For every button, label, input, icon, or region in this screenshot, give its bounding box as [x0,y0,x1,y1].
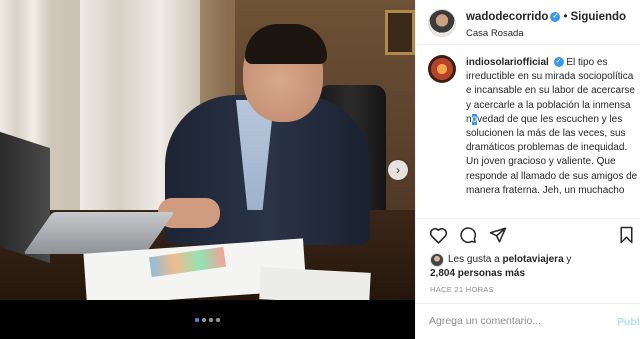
likes-line: Les gusta a pelotaviajera y [430,253,635,267]
author-username[interactable]: wadodecorrido [466,11,548,23]
verified-badge-icon: ✓ [550,11,561,22]
divider [416,218,640,219]
add-comment-bar: Publicar [416,303,640,339]
separator: • [563,11,568,23]
paper-sheet [259,267,371,300]
picture-frame [385,10,415,55]
author-avatar[interactable] [428,9,456,37]
publish-button[interactable]: Publicar [617,316,640,328]
likes-summary: Les gusta a pelotaviajera y 2,804 person… [430,253,635,280]
liker-username[interactable]: pelotaviajera [502,254,563,265]
liker-avatar[interactable] [430,253,444,267]
following-button[interactable]: Siguiendo [570,11,626,23]
heart-icon[interactable] [428,225,448,245]
comment-icon[interactable] [458,225,478,245]
carousel-next-button[interactable]: › [388,160,408,180]
likes-count[interactable]: 2,804 personas más [430,268,525,279]
carousel-dot [216,318,220,322]
action-bar [428,225,508,245]
post-location[interactable]: Casa Rosada [466,28,524,39]
comment-text: indiosolariofficial ✓ El tipo es irreduc… [466,56,638,198]
post-side-panel: wadodecorrido ✓ • Siguiendo Casa Rosada ind… [415,0,640,339]
likes-middle: y [563,254,572,265]
chevron-right-icon: › [396,163,400,177]
likes-count-line: 2,804 personas más [430,267,635,281]
comment-input[interactable] [429,315,599,327]
likes-prefix: Les gusta a [448,254,503,265]
post-timestamp[interactable]: HACE 21 HORAS [430,285,494,294]
commenter-avatar[interactable] [428,55,456,83]
comment-body-end: vedad de que les escuchen y les solucion… [466,113,638,196]
carousel-dots [0,318,415,322]
share-icon[interactable] [488,225,508,245]
verified-badge-icon: ✓ [553,57,564,68]
author-line: wadodecorrido ✓ • Siguiendo [466,11,626,23]
bookmark-icon[interactable] [616,225,636,245]
photo-scene [0,0,415,300]
commenter-username[interactable]: indiosolariofficial [466,57,549,68]
post-photo[interactable]: › [0,0,415,339]
post-header: wadodecorrido ✓ • Siguiendo Casa Rosada [416,0,640,45]
caption-comment: indiosolariofficial ✓ El tipo es irreduc… [416,48,640,218]
carousel-dot [195,318,199,322]
carousel-dot [202,318,206,322]
carousel-dot [209,318,213,322]
